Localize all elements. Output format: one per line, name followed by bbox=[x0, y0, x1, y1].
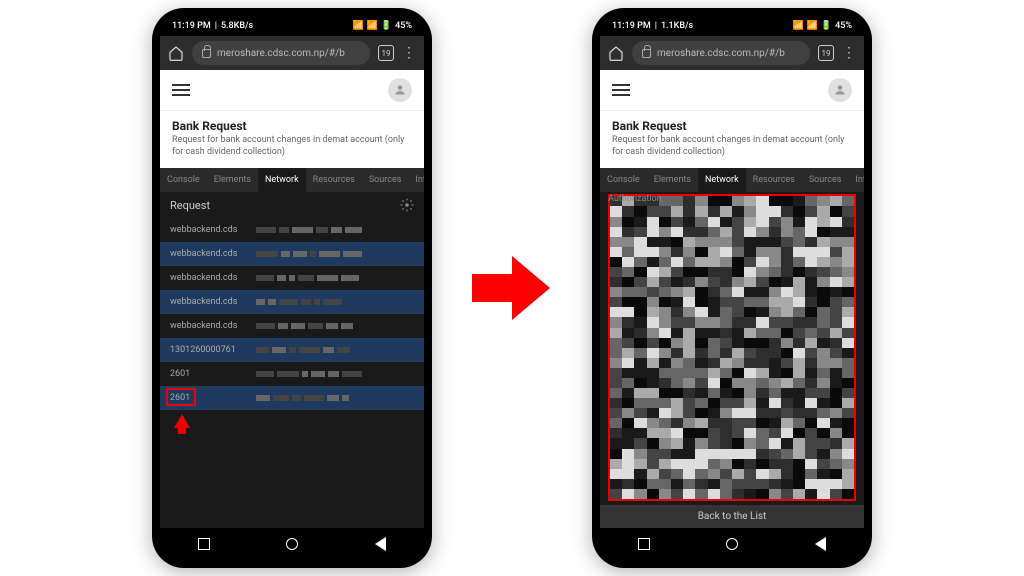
tab-sources[interactable]: Sources bbox=[802, 168, 849, 192]
authorization-label: Authorization bbox=[608, 194, 662, 204]
battery-pct: 45% bbox=[835, 21, 852, 31]
phone-left: 11:19 PM | 5.8KB/s 📶 📶 🔋 45% meroshare.c… bbox=[152, 8, 432, 568]
request-row[interactable]: 2601 bbox=[160, 362, 424, 386]
tab-resources[interactable]: Resources bbox=[306, 168, 362, 192]
request-row[interactable]: webbackend.cds bbox=[160, 242, 424, 266]
url-text: meroshare.cdsc.com.np/#/b bbox=[657, 48, 785, 59]
avatar[interactable] bbox=[828, 78, 852, 102]
page-title: Bank Request bbox=[172, 119, 412, 133]
recent-button[interactable] bbox=[638, 538, 650, 550]
tab-info[interactable]: Info bbox=[408, 168, 424, 192]
url-bar[interactable]: meroshare.cdsc.com.np/#/b bbox=[632, 41, 810, 65]
android-navbar bbox=[160, 528, 424, 560]
gear-icon[interactable] bbox=[400, 198, 414, 212]
home-icon[interactable] bbox=[608, 45, 624, 61]
request-list: webbackend.cds webbackend.cds webbackend.c… bbox=[160, 218, 424, 528]
camera-notch bbox=[726, 14, 738, 26]
menu-icon[interactable]: ⋮ bbox=[842, 45, 856, 61]
tab-info[interactable]: Info bbox=[848, 168, 864, 192]
tab-elements[interactable]: Elements bbox=[207, 168, 258, 192]
request-name: webbackend.cds bbox=[170, 273, 250, 283]
browser-bar: meroshare.cdsc.com.np/#/b 19 ⋮ bbox=[160, 36, 424, 70]
page-subtitle: Request for bank account changes in dema… bbox=[612, 135, 852, 158]
tab-resources[interactable]: Resources bbox=[746, 168, 802, 192]
back-to-list-button[interactable]: Back to the List bbox=[600, 505, 864, 528]
page-section: Bank Request Request for bank account ch… bbox=[160, 110, 424, 168]
pointer-arrow-icon bbox=[174, 414, 190, 428]
camera-notch bbox=[286, 14, 298, 26]
signal-icon: 📶 bbox=[792, 21, 803, 31]
tab-count[interactable]: 19 bbox=[378, 45, 394, 61]
android-navbar bbox=[600, 528, 864, 560]
battery-icon: 🔋 bbox=[381, 21, 392, 31]
menu-icon[interactable]: ⋮ bbox=[402, 45, 416, 61]
recent-button[interactable] bbox=[198, 538, 210, 550]
back-button[interactable] bbox=[815, 537, 826, 551]
status-net: 5.8KB/s bbox=[221, 21, 253, 31]
devtools-tabs: Console Elements Network Resources Sourc… bbox=[600, 168, 864, 192]
request-label: Request bbox=[170, 199, 210, 212]
back-button[interactable] bbox=[375, 537, 386, 551]
wifi-icon: 📶 bbox=[367, 21, 378, 31]
lock-icon bbox=[642, 49, 651, 58]
tab-console[interactable]: Console bbox=[160, 168, 207, 192]
battery-icon: 🔋 bbox=[821, 21, 832, 31]
request-name: webbackend.cds bbox=[170, 249, 250, 259]
app-header bbox=[600, 70, 864, 110]
hamburger-icon[interactable] bbox=[172, 84, 190, 96]
status-time: 11:19 PM bbox=[612, 21, 651, 31]
tab-elements[interactable]: Elements bbox=[647, 168, 698, 192]
request-name: 2601 bbox=[170, 369, 250, 379]
screen-left: 11:19 PM | 5.8KB/s 📶 📶 🔋 45% meroshare.c… bbox=[160, 16, 424, 560]
page-section: Bank Request Request for bank account ch… bbox=[600, 110, 864, 168]
battery-pct: 45% bbox=[395, 21, 412, 31]
app-header bbox=[160, 70, 424, 110]
tab-sources[interactable]: Sources bbox=[362, 168, 409, 192]
request-header: Request bbox=[160, 192, 424, 218]
url-bar[interactable]: meroshare.cdsc.com.np/#/b bbox=[192, 41, 370, 65]
tab-network[interactable]: Network bbox=[698, 168, 746, 192]
request-name: 1301260000761 bbox=[170, 345, 250, 355]
browser-bar: meroshare.cdsc.com.np/#/b 19 ⋮ bbox=[600, 36, 864, 70]
home-button[interactable] bbox=[286, 538, 298, 550]
request-name: webbackend.cds bbox=[170, 297, 250, 307]
home-icon[interactable] bbox=[168, 45, 184, 61]
request-row[interactable]: webbackend.cds bbox=[160, 266, 424, 290]
page-subtitle: Request for bank account changes in dema… bbox=[172, 135, 412, 158]
devtools-tabs: Console Elements Network Resources Sourc… bbox=[160, 168, 424, 192]
status-net: 1.1KB/s bbox=[661, 21, 693, 31]
lock-icon bbox=[202, 49, 211, 58]
request-row[interactable]: webbackend.cds bbox=[160, 290, 424, 314]
home-button[interactable] bbox=[726, 538, 738, 550]
tab-console[interactable]: Console bbox=[600, 168, 647, 192]
request-name: 2601 bbox=[170, 393, 250, 403]
tab-network[interactable]: Network bbox=[258, 168, 306, 192]
request-row[interactable]: webbackend.cds bbox=[160, 314, 424, 338]
authorization-token-redacted bbox=[608, 194, 856, 501]
screen-right: 11:19 PM | 1.1KB/s 📶 📶 🔋 45% meroshare.c… bbox=[600, 16, 864, 560]
tab-count[interactable]: 19 bbox=[818, 45, 834, 61]
request-name: webbackend.cds bbox=[170, 321, 250, 331]
url-text: meroshare.cdsc.com.np/#/b bbox=[217, 48, 345, 59]
signal-icon: 📶 bbox=[352, 21, 363, 31]
request-row[interactable]: 2601 bbox=[160, 386, 424, 410]
request-row[interactable]: webbackend.cds bbox=[160, 218, 424, 242]
phone-right: 11:19 PM | 1.1KB/s 📶 📶 🔋 45% meroshare.c… bbox=[592, 8, 872, 568]
request-detail: Authorization Back to the List bbox=[600, 192, 864, 528]
transition-arrow-icon bbox=[472, 248, 552, 328]
hamburger-icon[interactable] bbox=[612, 84, 630, 96]
request-name: webbackend.cds bbox=[170, 225, 250, 235]
page-title: Bank Request bbox=[612, 119, 852, 133]
request-row[interactable]: 1301260000761 bbox=[160, 338, 424, 362]
status-time: 11:19 PM bbox=[172, 21, 211, 31]
avatar[interactable] bbox=[388, 78, 412, 102]
wifi-icon: 📶 bbox=[807, 21, 818, 31]
